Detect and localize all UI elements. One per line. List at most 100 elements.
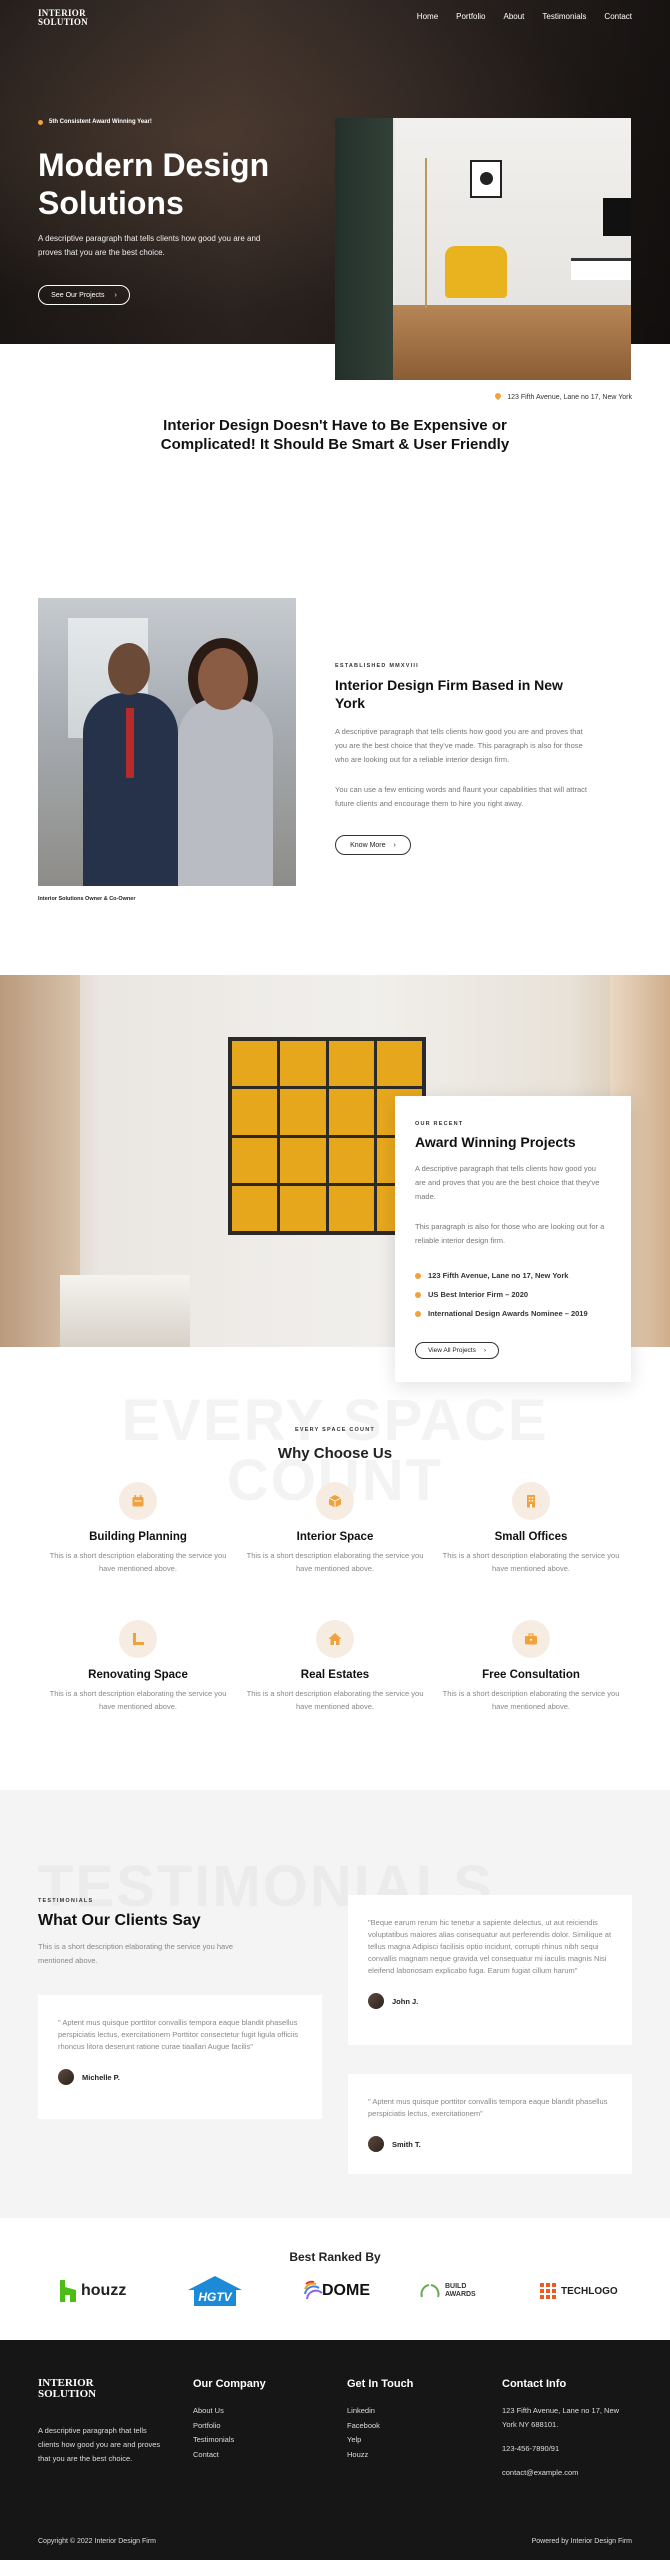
laurel-icon [420,2284,440,2298]
art-tile [232,1089,278,1135]
footer-link-facebook[interactable]: Facebook [347,2419,413,2434]
owners-photo [38,598,296,886]
why-eyebrow: EVERY SPACE COUNT [295,1427,375,1433]
testimonials-eyebrow: TESTIMONIALS [38,1898,94,1904]
testimonials-subtitle: This is a short description elaborating … [38,1942,234,1965]
dome-wordmark: DOME [322,2282,370,2299]
footer-contact-address: 123 Fifth Avenue, Lane no 17, New York N… [502,2406,620,2429]
testimonial-card: " Aptent mus quisque porttitor convallis… [38,1995,322,2119]
nav-home[interactable]: Home [417,12,438,21]
nav-about[interactable]: About [504,12,525,21]
about-eyebrow: ESTABLISHED MMXVIII [335,663,419,669]
testimonial-quote: " Aptent mus quisque porttitor convallis… [368,2097,608,2118]
art-tile [232,1185,278,1231]
building-icon [512,1482,550,1520]
footer-link-linkedin[interactable]: Linkedin [347,2404,413,2419]
avatar [368,1993,384,2009]
houzz-leaf-icon [60,2280,76,2302]
service-title: Real Estates [300,1669,370,1681]
hero-image-frame [470,160,502,198]
list-item-text: International Design Awards Nominee – 20… [428,1309,588,1318]
testimonial-author: John J. [368,1993,612,2009]
footer-contact-email[interactable]: contact@example.com [502,2466,632,2480]
projects-title: Award Winning Projects [415,1134,576,1150]
main-nav: Home Portfolio About Testimonials Contac… [417,12,632,21]
view-all-projects-button[interactable]: View All Projects › [415,1342,499,1359]
service-building-planning: Building Planning This is a short descri… [48,1482,228,1575]
nav-contact[interactable]: Contact [604,12,632,21]
projects-list: 123 Fifth Avenue, Lane no 17, New York U… [415,1266,588,1323]
intro-heading: Interior Design Doesn't Have to Be Expen… [160,417,510,453]
dome-logo: DOME [303,2275,370,2307]
hero-description: A descriptive paragraph that tells clien… [38,234,261,257]
footer-company-title: Our Company [193,2378,266,2390]
footer-link-yelp[interactable]: Yelp [347,2433,413,2448]
site-logo[interactable]: INTERIOR SOLUTION [38,9,88,27]
hgtv-wordmark: HGTV [198,2290,232,2304]
footer-logo[interactable]: INTERIOR SOLUTION [38,2378,96,2400]
techlogo-logo: TECHLOGO [540,2275,618,2307]
projects-card: OUR RECENT Award Winning Projects A desc… [395,1096,631,1382]
art-tile [280,1137,326,1183]
service-renovating-space: Renovating Space This is a short descrip… [48,1620,228,1713]
art-tile [328,1041,374,1087]
art-tile [376,1041,422,1087]
footer-link-contact[interactable]: Contact [193,2448,266,2463]
art-tile [280,1185,326,1231]
know-more-label: Know More [350,841,386,849]
nav-portfolio[interactable]: Portfolio [456,12,485,21]
know-more-button[interactable]: Know More › [335,835,411,855]
ruler-icon [119,1620,157,1658]
bullet-icon [415,1310,421,1317]
location-pin-icon [495,393,501,401]
bullet-icon [415,1291,421,1298]
why-title: Why Choose Us [277,1445,393,1462]
about-title: Interior Design Firm Based in New York [335,677,563,711]
list-item-text: 123 Fifth Avenue, Lane no 17, New York [428,1271,569,1280]
list-item: US Best Interior Firm – 2020 [415,1285,588,1304]
list-item: 123 Fifth Avenue, Lane no 17, New York [415,1266,588,1285]
hero-address: 123 Fifth Avenue, Lane no 17, New York [495,393,632,401]
art-tile [280,1089,326,1135]
footer-link-testimonials[interactable]: Testimonials [193,2433,266,2448]
briefcase-icon [512,1620,550,1658]
service-title: Free Consultation [482,1669,580,1681]
houzz-wordmark: houzz [81,2282,127,2299]
footer-link-about[interactable]: About Us [193,2404,266,2419]
art-tile [280,1041,326,1087]
owners-caption: Interior Solutions Owner & Co-Owner [38,896,136,902]
list-item: International Design Awards Nominee – 20… [415,1304,588,1323]
copyright-text: Copyright © 2022 Interior Design Firm [38,2538,156,2545]
best-ranked-title: Best Ranked By [289,2250,381,2264]
hero-image-door [335,118,393,380]
testimonial-card: " Aptent mus quisque porttitor convallis… [348,2074,632,2174]
service-description: This is a short description elaborating … [442,1551,620,1573]
author-name: Michelle P. [82,2072,120,2082]
site-footer: INTERIOR SOLUTION A descriptive paragrap… [0,2340,670,2560]
footer-contact-column: Contact Info 123 Fifth Avenue, Lane no 1… [502,2378,632,2490]
author-name: Smith T. [392,2139,421,2149]
footer-link-houzz[interactable]: Houzz [347,2448,413,2463]
service-title: Small Offices [494,1531,568,1543]
footer-link-portfolio[interactable]: Portfolio [193,2419,266,2434]
hero-title: Modern Design Solutions [38,147,270,221]
see-projects-button[interactable]: See Our Projects › [38,285,130,305]
hero-image-cabinet [571,258,631,280]
service-description: This is a short description elaborating … [246,1551,424,1573]
page: INTERIOR SOLUTION Home Portfolio About T… [0,0,670,2560]
footer-bottom-bar: Copyright © 2022 Interior Design Firm Po… [38,2538,632,2545]
hero-image-lamp [425,158,427,308]
hgtv-logo: HGTV [188,2275,242,2307]
nav-testimonials[interactable]: Testimonials [542,12,586,21]
service-small-offices: Small Offices This is a short descriptio… [441,1482,621,1575]
footer-logo-line2: SOLUTION [38,2388,97,2400]
service-description: This is a short description elaborating … [49,1551,227,1573]
hero-address-text: 123 Fifth Avenue, Lane no 17, New York [507,393,632,401]
hero-image-chair [445,246,507,298]
techlogo-wordmark: TECHLOGO [561,2285,618,2297]
footer-description: A descriptive paragraph that tells clien… [38,2426,161,2463]
owners-photo-man-head [108,643,150,695]
service-description: This is a short description elaborating … [442,1689,620,1711]
footer-contact-phone[interactable]: 123-456-7890/91 [502,2442,632,2456]
see-projects-label: See Our Projects [51,291,105,299]
